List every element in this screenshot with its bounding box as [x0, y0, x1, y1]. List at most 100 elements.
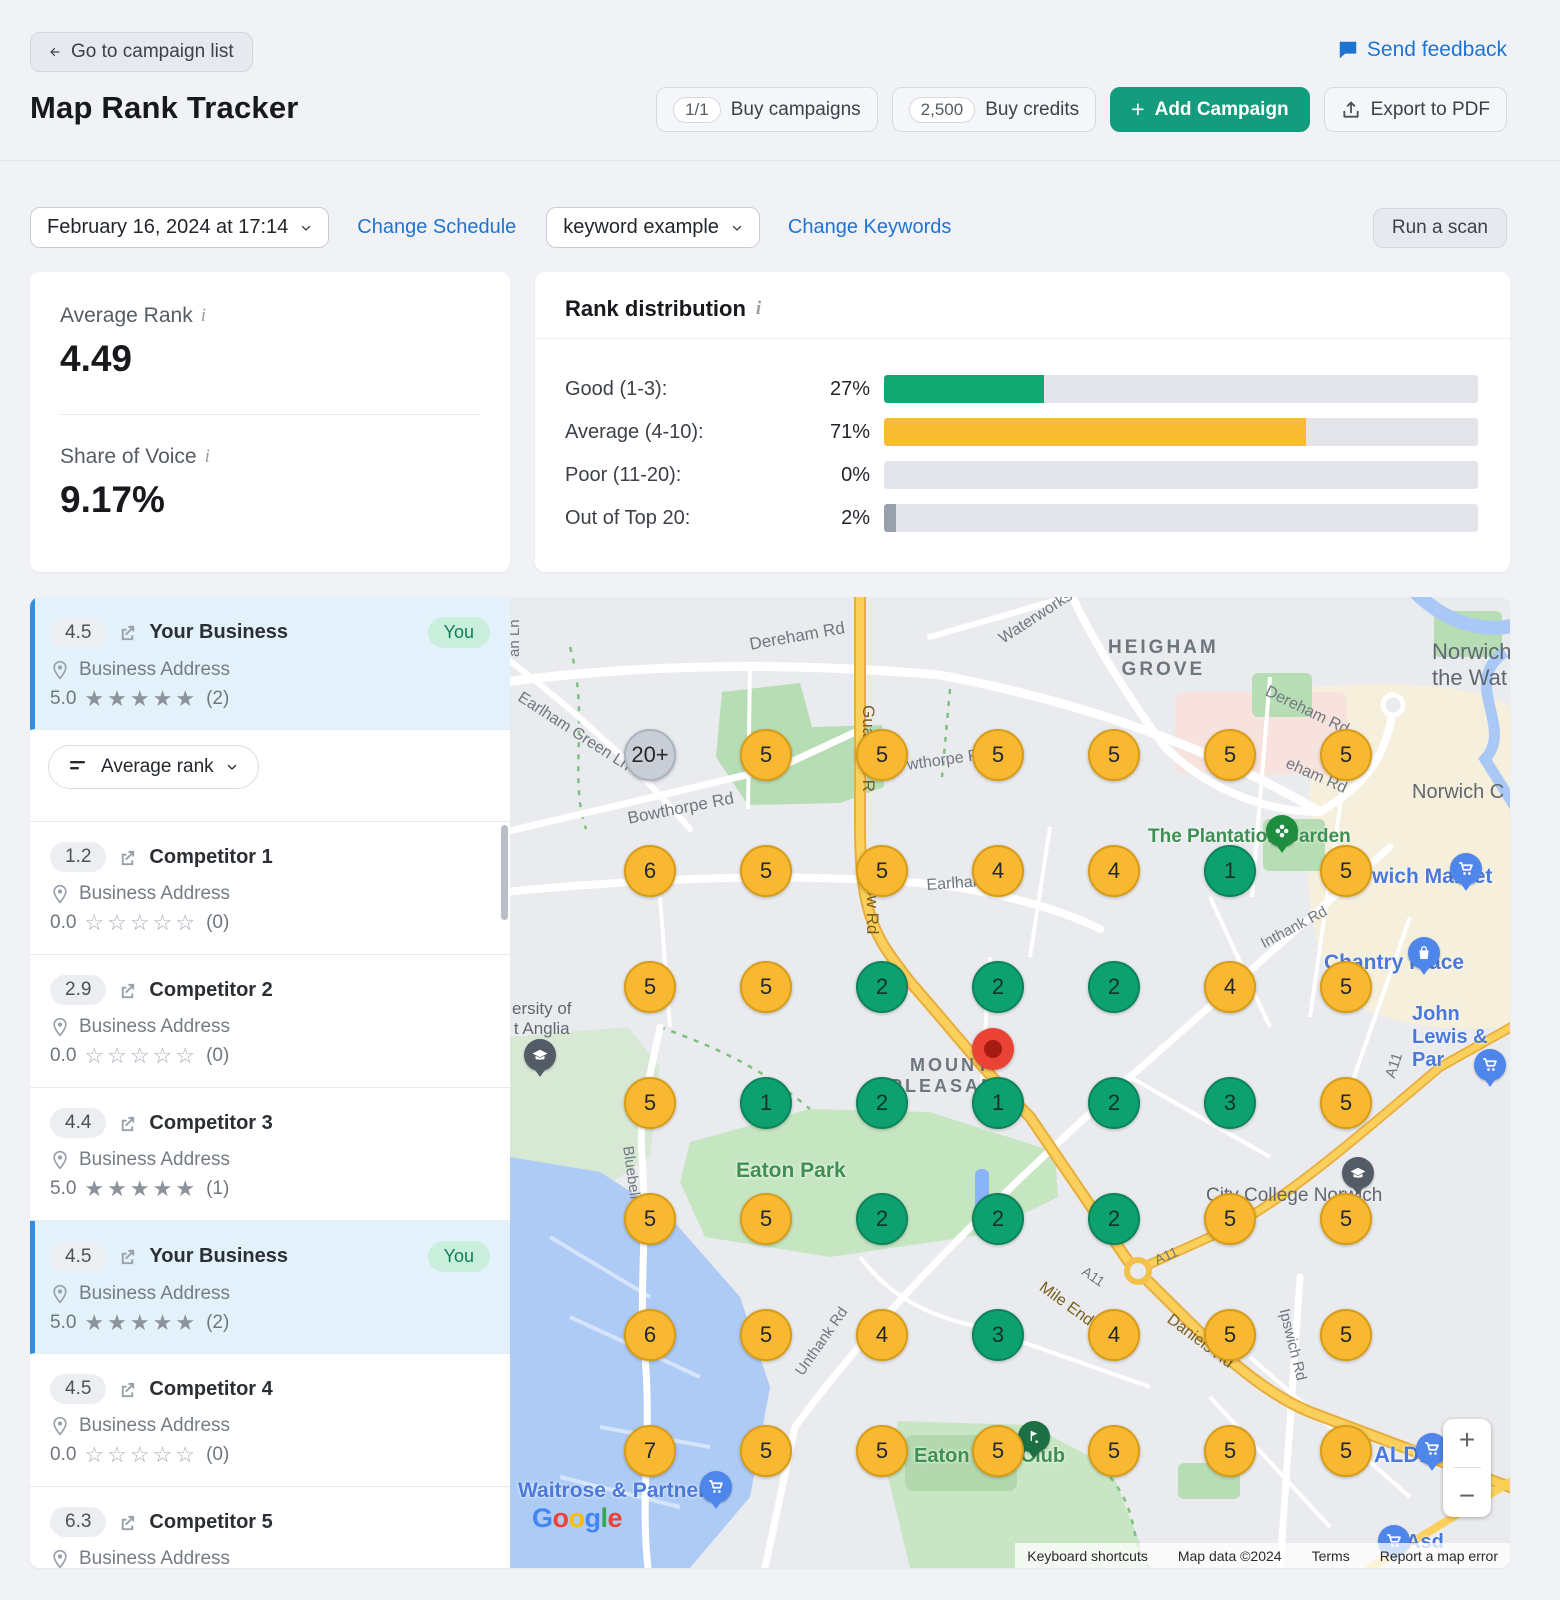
add-campaign-button[interactable]: + Add Campaign: [1110, 87, 1310, 132]
rank-bubble[interactable]: 5: [1320, 961, 1372, 1013]
rank-bubble[interactable]: 4: [856, 1309, 908, 1361]
rank-bubble[interactable]: 4: [1088, 845, 1140, 897]
rank-bubble[interactable]: 4: [972, 845, 1024, 897]
scan-date-select[interactable]: February 16, 2024 at 17:14: [30, 207, 329, 248]
cap-map-pin-icon[interactable]: [1342, 1157, 1374, 1189]
rank-bubble[interactable]: 2: [1088, 1193, 1140, 1245]
rank-bubble[interactable]: 5: [1320, 845, 1372, 897]
rank-bubble[interactable]: 2: [856, 1193, 908, 1245]
rank-bubble[interactable]: 5: [1204, 729, 1256, 781]
rank-map[interactable]: an LnDereham RdWaterworks RdDereham RdHE…: [510, 597, 1510, 1568]
bag-map-pin-icon[interactable]: [1408, 937, 1440, 969]
distribution-bar-track: [884, 418, 1478, 446]
rank-bubble[interactable]: 5: [1204, 1193, 1256, 1245]
metrics-card: Average Rank i 4.49 Share of Voice i 9.1…: [30, 272, 510, 572]
business-address: Business Address: [79, 883, 230, 905]
rank-bubble[interactable]: 2: [856, 1077, 908, 1129]
pinned-business-slot: 4.5Your BusinessYouBusiness Address5.0★★…: [30, 597, 510, 730]
rank-bubble[interactable]: 1: [972, 1077, 1024, 1129]
rank-bubble[interactable]: 5: [740, 961, 792, 1013]
rank-bubble[interactable]: 5: [740, 845, 792, 897]
rank-bubble[interactable]: 5: [624, 961, 676, 1013]
info-icon[interactable]: i: [756, 298, 761, 320]
send-feedback-link[interactable]: Send feedback: [1337, 38, 1507, 62]
rank-bubble[interactable]: 6: [624, 845, 676, 897]
rating-value: 5.0: [50, 1178, 76, 1200]
change-keywords-link[interactable]: Change Keywords: [788, 216, 951, 239]
rank-bubble[interactable]: 2: [1088, 961, 1140, 1013]
rank-bubble[interactable]: 5: [624, 1193, 676, 1245]
export-to-pdf-button[interactable]: Export to PDF: [1324, 87, 1507, 132]
map-attribution-link[interactable]: Keyboard shortcuts: [1027, 1548, 1148, 1564]
rank-bubble[interactable]: 5: [1088, 729, 1140, 781]
business-name: Competitor 3: [149, 1112, 272, 1135]
distribution-row: Poor (11-20):0%: [565, 461, 1478, 489]
star-empty-icon: ☆: [130, 910, 153, 935]
rank-bubble[interactable]: 5: [1088, 1425, 1140, 1477]
cart-map-pin-icon[interactable]: [1474, 1049, 1506, 1081]
list-item-competitor[interactable]: 2.9Competitor 2Business Address0.0☆☆☆☆☆(…: [30, 955, 510, 1088]
list-item-competitor[interactable]: 4.4Competitor 3Business Address5.0★★★★★(…: [30, 1088, 510, 1221]
list-item-your-business[interactable]: 4.5Your BusinessYouBusiness Address5.0★★…: [30, 597, 510, 730]
sort-by-dropdown[interactable]: Average rank: [48, 745, 259, 789]
zoom-out-button[interactable]: −: [1459, 1482, 1475, 1510]
map-attribution-link[interactable]: Report a map error: [1380, 1548, 1498, 1564]
list-item-competitor[interactable]: 6.3Competitor 5Business Address0.0☆☆☆☆☆(…: [30, 1487, 510, 1568]
info-icon[interactable]: i: [205, 446, 210, 468]
buy-campaigns-button[interactable]: 1/1 Buy campaigns: [656, 87, 878, 132]
rank-bubble[interactable]: 5: [1320, 1425, 1372, 1477]
rank-bubble[interactable]: 5: [972, 1425, 1024, 1477]
rank-bubble[interactable]: 6: [624, 1309, 676, 1361]
buy-credits-button[interactable]: 2,500 Buy credits: [892, 87, 1097, 132]
rank-bubble[interactable]: 5: [856, 729, 908, 781]
rank-bubble[interactable]: 5: [740, 729, 792, 781]
run-a-scan-button[interactable]: Run a scan: [1373, 208, 1507, 248]
rank-bubble[interactable]: 5: [1204, 1425, 1256, 1477]
rank-bubble[interactable]: 5: [1320, 729, 1372, 781]
location-pin-icon: [50, 1150, 70, 1170]
external-link-icon: [118, 981, 137, 1000]
map-attribution-link[interactable]: Terms: [1312, 1548, 1350, 1564]
zoom-in-button[interactable]: +: [1459, 1426, 1475, 1454]
rank-bubble[interactable]: 5: [740, 1309, 792, 1361]
rank-bubble[interactable]: 5: [856, 1425, 908, 1477]
rank-bubble[interactable]: 5: [624, 1077, 676, 1129]
list-item-competitor[interactable]: 1.2Competitor 1Business Address0.0☆☆☆☆☆(…: [30, 822, 510, 955]
cap-map-pin-icon[interactable]: [524, 1039, 556, 1071]
cart-map-pin-icon[interactable]: [700, 1471, 732, 1503]
rank-bubble[interactable]: 5: [740, 1425, 792, 1477]
rank-bubble[interactable]: 5: [1204, 1309, 1256, 1361]
rank-bubble[interactable]: 20+: [624, 729, 676, 781]
chevron-down-icon: [300, 222, 312, 234]
buy-campaigns-label: Buy campaigns: [731, 99, 861, 121]
rank-bubble[interactable]: 3: [1204, 1077, 1256, 1129]
info-icon[interactable]: i: [201, 305, 206, 327]
keyword-select[interactable]: keyword example: [546, 207, 760, 248]
rank-bubble[interactable]: 4: [1204, 961, 1256, 1013]
you-badge: You: [428, 1241, 490, 1272]
rank-bubble[interactable]: 3: [972, 1309, 1024, 1361]
rank-bubble[interactable]: 2: [1088, 1077, 1140, 1129]
your-business-map-marker[interactable]: [972, 1028, 1014, 1070]
rank-bubble[interactable]: 5: [1320, 1077, 1372, 1129]
flower-map-pin-icon[interactable]: [1266, 815, 1298, 847]
rank-bubble[interactable]: 5: [740, 1193, 792, 1245]
rank-bubble[interactable]: 7: [624, 1425, 676, 1477]
rank-bubble[interactable]: 2: [856, 961, 908, 1013]
list-item-competitor[interactable]: 4.5Competitor 4Business Address0.0☆☆☆☆☆(…: [30, 1354, 510, 1487]
star-filled-icon: ★: [84, 1310, 107, 1335]
back-to-campaign-list-button[interactable]: Go to campaign list: [30, 32, 253, 72]
sidebar-scrollbar[interactable]: [501, 825, 508, 920]
rank-bubble[interactable]: 1: [740, 1077, 792, 1129]
cart-map-pin-icon[interactable]: [1450, 853, 1482, 885]
rank-bubble[interactable]: 2: [972, 1193, 1024, 1245]
list-item-your-business[interactable]: 4.5Your BusinessYouBusiness Address5.0★★…: [30, 1221, 510, 1354]
rank-bubble[interactable]: 5: [856, 845, 908, 897]
rank-bubble[interactable]: 5: [972, 729, 1024, 781]
change-schedule-link[interactable]: Change Schedule: [357, 216, 516, 239]
rank-bubble[interactable]: 4: [1088, 1309, 1140, 1361]
rank-bubble[interactable]: 2: [972, 961, 1024, 1013]
rank-bubble[interactable]: 5: [1320, 1309, 1372, 1361]
rank-bubble[interactable]: 1: [1204, 845, 1256, 897]
rank-bubble[interactable]: 5: [1320, 1193, 1372, 1245]
